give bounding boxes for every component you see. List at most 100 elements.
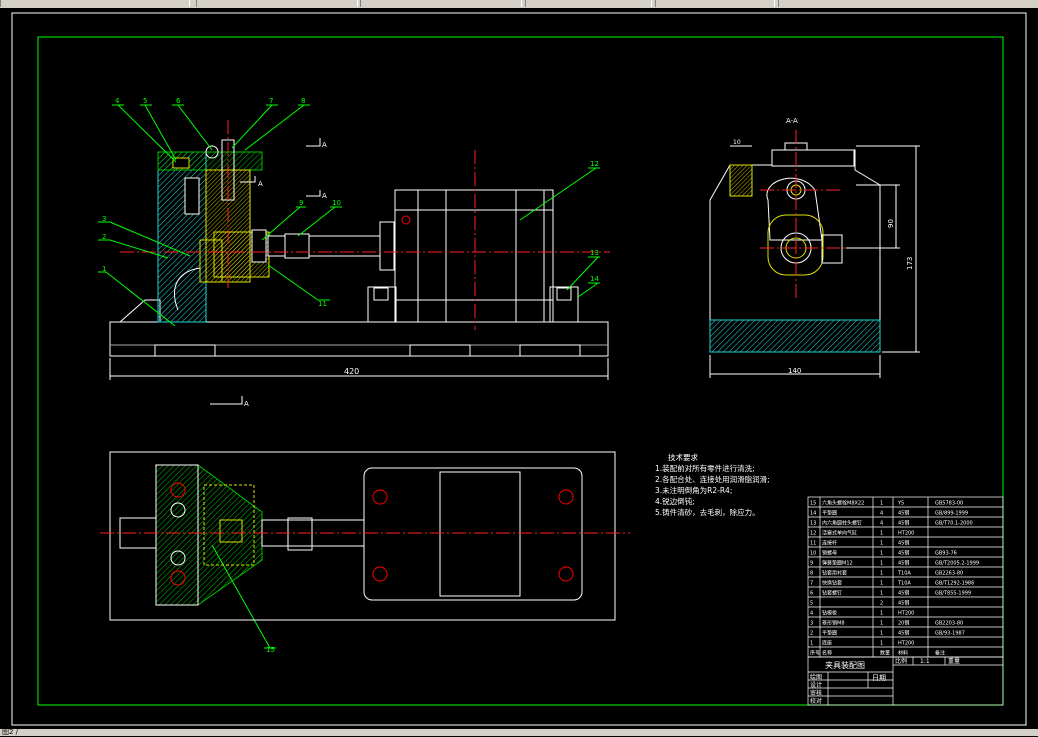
bom-cell-no: 11 [810,541,816,547]
tech-requirements-heading: 技术要求 [668,452,698,462]
bom-cell-qty: 2 [880,601,883,607]
date-label: 日期 [872,674,886,682]
callout-number: 9 [299,199,303,207]
cad-drawing-canvas[interactable]: 420 A A A A 1 2 3 4 5 6 7 8 9 10 11 12 1… [0,0,1038,736]
bom-cell-name: 六角头螺栓M8X22 [822,500,864,507]
bom-cell-no: 5 [810,601,813,607]
dimension-side-inner-text: 90 [887,219,895,228]
bom-cell-mat: 45钢 [898,550,909,557]
dimension-side-height-text: 173 [906,257,914,270]
bom-cell-name: 钻套螺钉 [822,590,842,597]
bom-cell-mat: 45钢 [898,630,909,637]
bom-header-name: 名称 [822,650,832,657]
bom-cell-std: GB/93-1987 [935,631,965,637]
bom-cell-qty: 1 [880,531,883,537]
bom-header-std: 备注 [935,650,945,657]
tech-requirement-item: 1.装配前对所有零件进行清洗; [655,463,755,473]
bom-cell-mat: T10A [897,581,911,587]
bom-cell-name: 菱形销M8 [822,620,845,627]
bom-header-mat: 材料 [898,650,908,657]
bom-cell-qty: 4 [880,511,883,517]
status-bar: 图2 / [0,728,1038,736]
bom-cell-name: 钻模板 [822,610,837,617]
scale-label: 比例 [895,657,907,665]
callout-number: 13 [590,249,599,257]
bom-cell-qty: 1 [880,631,883,637]
title-block-row: 校对 [810,697,822,705]
callout-number: 6 [176,97,181,105]
bom-cell-qty: 1 [880,641,883,647]
bom-cell-no: 13 [810,521,816,527]
tech-requirement-item: 2.各配合处、连接处用润滑脂润滑; [655,474,770,484]
bom-cell-qty: 1 [880,501,883,507]
bom-cell-std: GB93-76 [935,551,957,557]
bom-cell-qty: 1 [880,551,883,557]
bom-cell-mat: T10A [897,571,911,577]
bom-header-qty: 数量 [880,650,890,657]
bom-cell-no: 10 [810,551,816,557]
sheet-border [11,12,1027,726]
dimension-top-width-text: 10 [733,139,741,146]
top-view [109,451,616,621]
bom-cell-qty: 1 [880,591,883,597]
tech-requirement-item: 5.铸件清砂，去毛刺，除应力。 [655,507,760,517]
bom-cell-no: 9 [810,561,813,567]
bom-cell-std: GB2203-80 [935,621,963,627]
bom-cell-std: GB2263-80 [935,571,963,577]
bom-cell-mat: HT200 [898,611,914,617]
callout-number: 14 [590,275,599,283]
bom-cell-std: GB/T2005.2-1999 [935,561,979,567]
section-marker-label: A [322,141,327,149]
bom-cell-mat: 45钢 [898,520,909,527]
bom-cell-mat: 45钢 [898,560,909,567]
title-block-row: 审核 [810,689,822,697]
bom-table: 15 六角头螺栓M8X22 1 Y5 GB5783-0014 平垫圈 4 45钢 GB/899-… [807,496,1004,658]
section-title: A-A [786,117,798,125]
bom-cell-mat: Y5 [897,501,904,507]
bom-cell-qty: 4 [880,521,883,527]
dimension-overall-length-text: 420 [344,367,359,376]
bom-cell-name: 底座 [822,640,832,647]
weight-label: 重量 [948,657,960,665]
section-marker-label: A [322,192,327,200]
bom-cell-no: 15 [810,501,816,507]
bom-cell-no: 6 [810,591,813,597]
tech-requirement-item: 3.未注明倒角为R2-R4; [655,485,732,495]
section-marker-label: A [258,180,263,188]
bom-cell-mat: 45钢 [898,590,909,597]
callout-number: 12 [590,160,599,168]
callout-number: 1 [102,265,106,273]
bom-cell-no: 8 [810,571,813,577]
bom-cell-name: 快换钻套 [822,580,842,587]
bom-cell-mat: 45钢 [898,510,909,517]
title-block-row: 绘图 [810,673,822,681]
bom-cell-no: 4 [810,611,813,617]
bom-cell-std: GB/T70.1-2000 [935,521,973,527]
bom-cell-qty: 1 [880,561,883,567]
callout-number: 2 [102,233,106,241]
bom-cell-name: 平垫圈 [822,630,837,637]
bom-cell-qty: 1 [880,611,883,617]
tech-requirements: 技术要求 1.装配前对所有零件进行清洗; 2.各配合处、连接处用润滑脂润滑; 3… [655,452,770,517]
bom-cell-qty: 1 [880,621,883,627]
callout-number: 3 [102,215,106,223]
bom-cell-mat: 20钢 [898,620,909,627]
bom-cell-qty: 1 [880,581,883,587]
callout-number: 7 [269,97,273,105]
bom-cell-std: GB/T855-1999 [935,591,971,597]
bom-cell-no: 1 [810,641,813,647]
drawing-title: 夹具装配图 [825,660,865,670]
bom-cell-name: 内六角圆柱头螺钉 [822,520,862,527]
callout-number: 8 [301,97,305,105]
bom-cell-mat: 45钢 [898,600,909,607]
bom-cell-std: GB/T1292-1986 [935,581,974,587]
bom-cell-mat: HT200 [898,531,914,537]
title-block-row: 设计 [810,681,822,689]
front-view [109,139,609,357]
scale-value: 1:1 [920,658,930,665]
bom-cell-qty: 1 [880,541,883,547]
bom-cell-std: GB5783-00 [935,501,963,507]
bom-cell-no: 14 [810,511,816,517]
callout-number: 4 [115,97,120,105]
bom-cell-no: 2 [810,631,813,637]
